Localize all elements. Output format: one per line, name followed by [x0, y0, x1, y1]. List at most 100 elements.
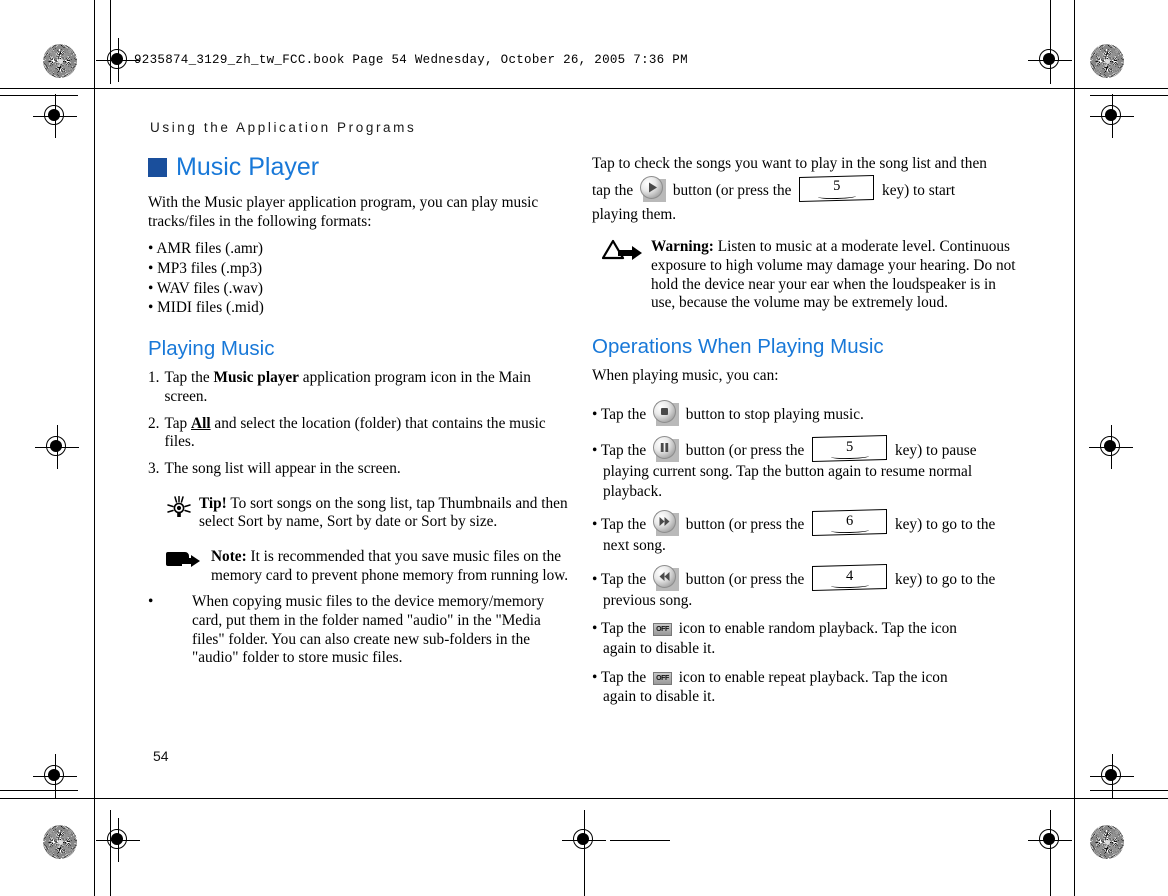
right-intro-2c: key) to start — [878, 181, 956, 199]
warning-text: Warning: Listen to music at a moderate l… — [651, 238, 1016, 313]
step-number: 3. — [148, 460, 160, 478]
list-item: 2. Tap All and select the location (fold… — [148, 415, 572, 452]
tip-callout: Tip! To sort songs on the song list, tap… — [166, 495, 572, 532]
right-column: Tap to check the songs you want to play … — [592, 155, 1016, 712]
list-item: • Tap the OFF icon to enable random play… — [592, 619, 1016, 658]
step-text-pre: Tap — [164, 414, 192, 432]
op-text-pre: Tap the — [600, 570, 650, 588]
list-item: 3. The song list will appear in the scre… — [148, 460, 572, 479]
note-arrow-icon — [166, 548, 204, 585]
tip-label: Tip! — [199, 494, 227, 512]
operations-lead-in: When playing music, you can: — [592, 367, 779, 385]
previous-button-icon[interactable] — [652, 564, 679, 591]
registration-mark-mid-right — [1089, 425, 1133, 469]
tip-text: Tip! To sort songs on the song list, tap… — [199, 495, 572, 532]
right-intro-line-2: tap the button (or press the 5 key) to s… — [592, 174, 1016, 202]
supported-formats-list: • AMR files (.amr) • MP3 files (.mp3) • … — [148, 240, 572, 318]
step-text: The song list will appear in the screen. — [164, 460, 401, 478]
play-button-icon[interactable] — [640, 175, 667, 202]
op-text-pre: Tap the — [600, 406, 650, 424]
list-item: • MP3 files (.mp3) — [148, 259, 263, 277]
bullet-marker: • — [592, 570, 598, 588]
bullet-marker: • — [592, 668, 598, 686]
op-text-mid: button (or press the — [681, 570, 809, 588]
file-stamp: 9235874_3129_zh_tw_FCC.book Page 54 Wedn… — [134, 53, 688, 67]
keypad-key-5[interactable]: 5 — [799, 174, 875, 202]
star-target-top-left — [43, 44, 77, 78]
step-number: 1. — [148, 369, 160, 387]
op-text-post: key) to pause — [891, 442, 977, 460]
op-text-continued: previous song. — [603, 591, 693, 609]
intro-paragraph: With the Music player application progra… — [148, 194, 539, 230]
random-off-label: OFF — [656, 626, 669, 634]
registration-mark-lower-right — [1090, 754, 1134, 798]
bullet-marker: • — [148, 593, 154, 611]
op-text-mid: button to stop playing music. — [681, 406, 864, 424]
step-emphasis: All — [191, 414, 211, 432]
step-text: Tap All and select the location (folder)… — [164, 415, 572, 452]
right-intro-line-1: Tap to check the songs you want to play … — [592, 155, 987, 172]
tip-body: To sort songs on the song list, tap Thum… — [199, 494, 568, 531]
step-emphasis: Music player — [213, 369, 299, 387]
printed-page: 9235874_3129_zh_tw_FCC.book Page 54 Wedn… — [0, 0, 1168, 896]
left-column: Music Player With the Music player appli… — [148, 155, 572, 668]
page-title-text: Music Player — [176, 153, 320, 181]
keypad-key-6[interactable]: 6 — [812, 509, 888, 537]
star-target-top-right — [1090, 44, 1124, 78]
note-body: It is recommended that you save music fi… — [211, 548, 569, 584]
step-text-post: and select the location (folder) that co… — [164, 414, 546, 451]
op-text-continued: next song. — [603, 537, 666, 555]
step-text-pre: Tap the — [164, 369, 214, 387]
lightbulb-icon — [166, 495, 192, 532]
right-intro-line-3: playing them. — [592, 205, 677, 223]
repeat-off-icon[interactable]: OFF — [652, 671, 672, 685]
section-heading-playing-music: Playing Music — [148, 336, 275, 360]
keypad-key-4[interactable]: 4 — [812, 563, 888, 591]
warning-callout: Warning: Listen to music at a moderate l… — [601, 238, 1016, 313]
key-label: 5 — [833, 177, 841, 194]
cut-line-bottom-horizontal — [0, 798, 1168, 799]
page-title: Music Player — [148, 155, 572, 180]
op-text-post: key) to go to the — [891, 516, 996, 534]
list-item: • Tap the button (or press the 5 key) to… — [592, 435, 1016, 501]
registration-mark-bottom-center — [562, 818, 606, 862]
registration-mark-bottom-left — [96, 818, 140, 862]
hanging-bullet-item: • When copying music files to the device… — [148, 593, 572, 668]
op-text-pre: Tap the — [600, 668, 650, 686]
list-item: 1. Tap the Music player application prog… — [148, 369, 572, 406]
bullet-marker: • — [592, 442, 598, 460]
stop-button-icon[interactable] — [652, 400, 679, 427]
cut-line-right-vertical — [1074, 0, 1075, 896]
list-item: • Tap the button (or press the 4 key) to… — [592, 563, 1016, 611]
registration-mark-top-right — [1028, 38, 1072, 82]
op-text-continued: playing current song. Tap the button aga… — [603, 463, 973, 500]
chapter-square-bullet-icon — [148, 158, 167, 177]
step-number: 2. — [148, 414, 160, 432]
note-label: Note: — [211, 548, 247, 566]
star-target-bottom-right — [1090, 825, 1124, 859]
running-header: Using the Application Programs — [150, 120, 417, 135]
next-button-icon[interactable] — [652, 510, 679, 537]
list-item: • WAV files (.wav) — [148, 279, 263, 297]
trim-mark-center-bottom-h — [610, 840, 670, 841]
list-item: • Tap the button to stop playing music. — [592, 400, 1016, 427]
random-off-icon[interactable]: OFF — [652, 623, 672, 637]
keypad-key-5[interactable]: 5 — [812, 435, 888, 463]
op-text-pre: Tap the — [600, 620, 650, 638]
pause-button-icon[interactable] — [652, 436, 679, 463]
cut-line-top-horizontal — [0, 88, 1168, 89]
note-text: Note: It is recommended that you save mu… — [211, 548, 572, 585]
list-item: • Tap the button (or press the 6 key) to… — [592, 509, 1016, 556]
repeat-off-label: OFF — [656, 674, 669, 682]
hanging-bullet-text: When copying music files to the device m… — [192, 593, 545, 667]
registration-mark-upper-left — [33, 94, 77, 138]
warning-triangle-arrow-icon — [601, 238, 644, 313]
warning-label: Warning: — [651, 238, 714, 256]
op-text-mid: icon to enable repeat playback. Tap the … — [674, 668, 948, 686]
note-callout: Note: It is recommended that you save mu… — [166, 548, 572, 585]
registration-mark-mid-left — [35, 425, 79, 469]
step-text: Tap the Music player application program… — [164, 369, 572, 406]
op-text-mid: icon to enable random playback. Tap the … — [674, 620, 957, 638]
registration-mark-lower-left — [33, 754, 77, 798]
op-text-pre: Tap the — [600, 516, 650, 534]
